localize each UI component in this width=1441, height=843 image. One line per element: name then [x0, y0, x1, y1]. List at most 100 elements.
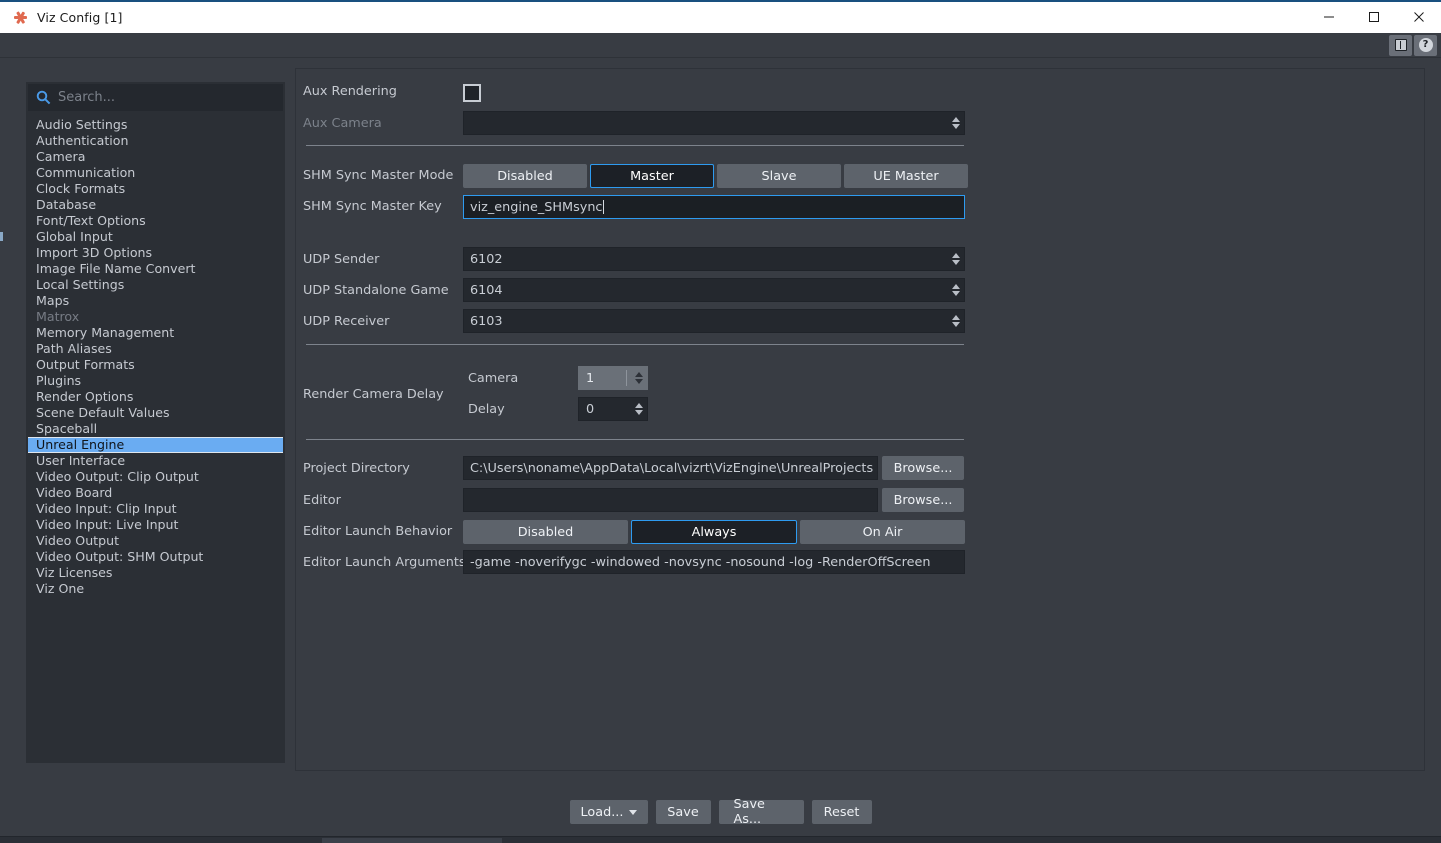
- maximize-button[interactable]: [1351, 1, 1396, 32]
- editor-input[interactable]: [463, 488, 878, 512]
- chevron-updown-icon[interactable]: [635, 398, 643, 420]
- sidebar-item-plugins[interactable]: Plugins: [28, 373, 283, 389]
- delay-value: 0: [586, 402, 594, 417]
- viz-config-window: Viz Config [1] ? Search: [0, 0, 1441, 843]
- sidebar-item-unreal-engine[interactable]: Unreal Engine: [28, 437, 283, 453]
- sidebar-item-viz-one[interactable]: Viz One: [28, 581, 283, 597]
- sidebar-item-scene-default-values[interactable]: Scene Default Values: [28, 405, 283, 421]
- render-camera-delay-label: Render Camera Delay: [303, 387, 463, 402]
- render-camera-delay-camera-row: Camera: [468, 371, 578, 386]
- sidebar-item-viz-licenses[interactable]: Viz Licenses: [28, 565, 283, 581]
- editor-launch-behavior-label: Editor Launch Behavior: [303, 524, 463, 539]
- close-button[interactable]: [1396, 1, 1441, 32]
- sidebar-item-database[interactable]: Database: [28, 197, 283, 213]
- sidebar-item-import-3d-options[interactable]: Import 3D Options: [28, 245, 283, 261]
- sidebar-item-maps[interactable]: Maps: [28, 293, 283, 309]
- background-window-titlebar: [322, 838, 502, 843]
- editor-browse-button[interactable]: Browse...: [882, 488, 964, 512]
- sidebar-item-font-text-options[interactable]: Font/Text Options: [28, 213, 283, 229]
- project-directory-browse-button[interactable]: Browse...: [882, 456, 964, 480]
- sidebar-item-matrox: Matrox: [28, 309, 283, 325]
- udp-receiver-value: 6103: [470, 314, 503, 329]
- save-button[interactable]: Save: [656, 800, 711, 824]
- unreal-engine-settings-panel: Aux Rendering Aux Camera SHM Sync Master…: [295, 68, 1425, 771]
- help-icon[interactable]: ?: [1414, 35, 1437, 56]
- launch-option-on-air[interactable]: On Air: [800, 520, 965, 544]
- chevron-updown-icon[interactable]: [952, 279, 960, 301]
- shm-sync-master-key-input[interactable]: viz_engine_SHMsync: [463, 195, 965, 219]
- udp-receiver-row: UDP Receiver: [303, 314, 463, 329]
- project-directory-input[interactable]: C:\Users\noname\AppData\Local\vizrt\VizE…: [463, 456, 878, 480]
- udp-sender-value: 6102: [470, 252, 503, 267]
- search-icon: [36, 90, 51, 105]
- sidebar-item-output-formats[interactable]: Output Formats: [28, 357, 283, 373]
- title-bar: Viz Config [1]: [0, 0, 1441, 33]
- load-button[interactable]: Load...: [570, 800, 648, 824]
- shm-mode-option-slave[interactable]: Slave: [717, 164, 841, 188]
- sidebar-item-clock-formats[interactable]: Clock Formats: [28, 181, 283, 197]
- editor-row: Editor: [303, 493, 463, 508]
- sidebar-item-video-output-shm-output[interactable]: Video Output: SHM Output: [28, 549, 283, 565]
- sidebar-item-camera[interactable]: Camera: [28, 149, 283, 165]
- settings-list[interactable]: Audio SettingsAuthenticationCameraCommun…: [28, 115, 283, 761]
- sidebar-item-authentication[interactable]: Authentication: [28, 133, 283, 149]
- aux-camera-combobox[interactable]: [463, 111, 965, 135]
- udp-receiver-spinbox[interactable]: 6103: [463, 309, 965, 333]
- sidebar-item-user-interface[interactable]: User Interface: [28, 453, 283, 469]
- chevron-updown-icon[interactable]: [952, 112, 960, 134]
- sidebar-item-audio-settings[interactable]: Audio Settings: [28, 117, 283, 133]
- load-button-label: Load...: [581, 805, 624, 820]
- sidebar-item-memory-management[interactable]: Memory Management: [28, 325, 283, 341]
- shm-mode-option-ue-master[interactable]: UE Master: [844, 164, 968, 188]
- window-title: Viz Config [1]: [37, 10, 122, 25]
- sidebar-item-video-output-clip-output[interactable]: Video Output: Clip Output: [28, 469, 283, 485]
- editor-launch-arguments-label: Editor Launch Arguments: [303, 555, 463, 570]
- launch-option-disabled[interactable]: Disabled: [463, 520, 628, 544]
- chevron-updown-icon[interactable]: [952, 248, 960, 270]
- search-box[interactable]: Search...: [28, 84, 283, 111]
- chevron-updown-icon[interactable]: [952, 310, 960, 332]
- camera-value: 1: [586, 371, 594, 386]
- udp-standalone-game-spinbox[interactable]: 6104: [463, 278, 965, 302]
- shm-sync-master-mode-segmented[interactable]: Disabled Master Slave UE Master: [463, 164, 968, 188]
- sidebar-item-spaceball[interactable]: Spaceball: [28, 421, 283, 437]
- camera-spinbox[interactable]: 1: [578, 366, 648, 390]
- udp-receiver-label: UDP Receiver: [303, 314, 463, 329]
- editor-launch-arguments-row: Editor Launch Arguments: [303, 555, 463, 570]
- sidebar-item-render-options[interactable]: Render Options: [28, 389, 283, 405]
- shm-mode-option-master[interactable]: Master: [590, 164, 714, 188]
- delay-spinbox[interactable]: 0: [578, 397, 648, 421]
- editor-launch-behavior-segmented[interactable]: Disabled Always On Air: [463, 520, 965, 544]
- udp-sender-spinbox[interactable]: 6102: [463, 247, 965, 271]
- sidebar-item-video-input-live-input[interactable]: Video Input: Live Input: [28, 517, 283, 533]
- settings-sidebar: Search... Audio SettingsAuthenticationCa…: [26, 82, 285, 763]
- minimize-button[interactable]: [1306, 1, 1351, 32]
- chevron-updown-icon[interactable]: [635, 367, 643, 389]
- chevron-down-icon[interactable]: [629, 810, 637, 815]
- delay-label: Delay: [468, 402, 578, 417]
- render-camera-delay-row: Render Camera Delay: [303, 387, 463, 402]
- aux-rendering-row: Aux Rendering: [303, 84, 463, 99]
- editor-label: Editor: [303, 493, 463, 508]
- shm-sync-master-mode-row: SHM Sync Master Mode: [303, 168, 463, 183]
- sidebar-item-video-board[interactable]: Video Board: [28, 485, 283, 501]
- panel-toggle-icon[interactable]: [1389, 35, 1412, 56]
- sidebar-item-video-input-clip-input[interactable]: Video Input: Clip Input: [28, 501, 283, 517]
- sidebar-item-communication[interactable]: Communication: [28, 165, 283, 181]
- launch-option-always[interactable]: Always: [631, 520, 797, 544]
- aux-rendering-checkbox[interactable]: [463, 84, 481, 102]
- sidebar-item-path-aliases[interactable]: Path Aliases: [28, 341, 283, 357]
- reset-button[interactable]: Reset: [812, 800, 872, 824]
- sidebar-item-local-settings[interactable]: Local Settings: [28, 277, 283, 293]
- shm-sync-master-key-value: viz_engine_SHMsync: [470, 200, 602, 215]
- window-edge-marker: [0, 232, 3, 241]
- sidebar-item-image-file-name-convert[interactable]: Image File Name Convert: [28, 261, 283, 277]
- editor-launch-arguments-input[interactable]: -game -noverifygc -windowed -novsync -no…: [463, 550, 965, 574]
- project-directory-row: Project Directory: [303, 461, 463, 476]
- sidebar-item-video-output[interactable]: Video Output: [28, 533, 283, 549]
- shm-mode-option-disabled[interactable]: Disabled: [463, 164, 587, 188]
- save-as-button[interactable]: Save As...: [719, 800, 804, 824]
- sidebar-item-global-input[interactable]: Global Input: [28, 229, 283, 245]
- udp-standalone-game-value: 6104: [470, 283, 503, 298]
- project-directory-label: Project Directory: [303, 461, 463, 476]
